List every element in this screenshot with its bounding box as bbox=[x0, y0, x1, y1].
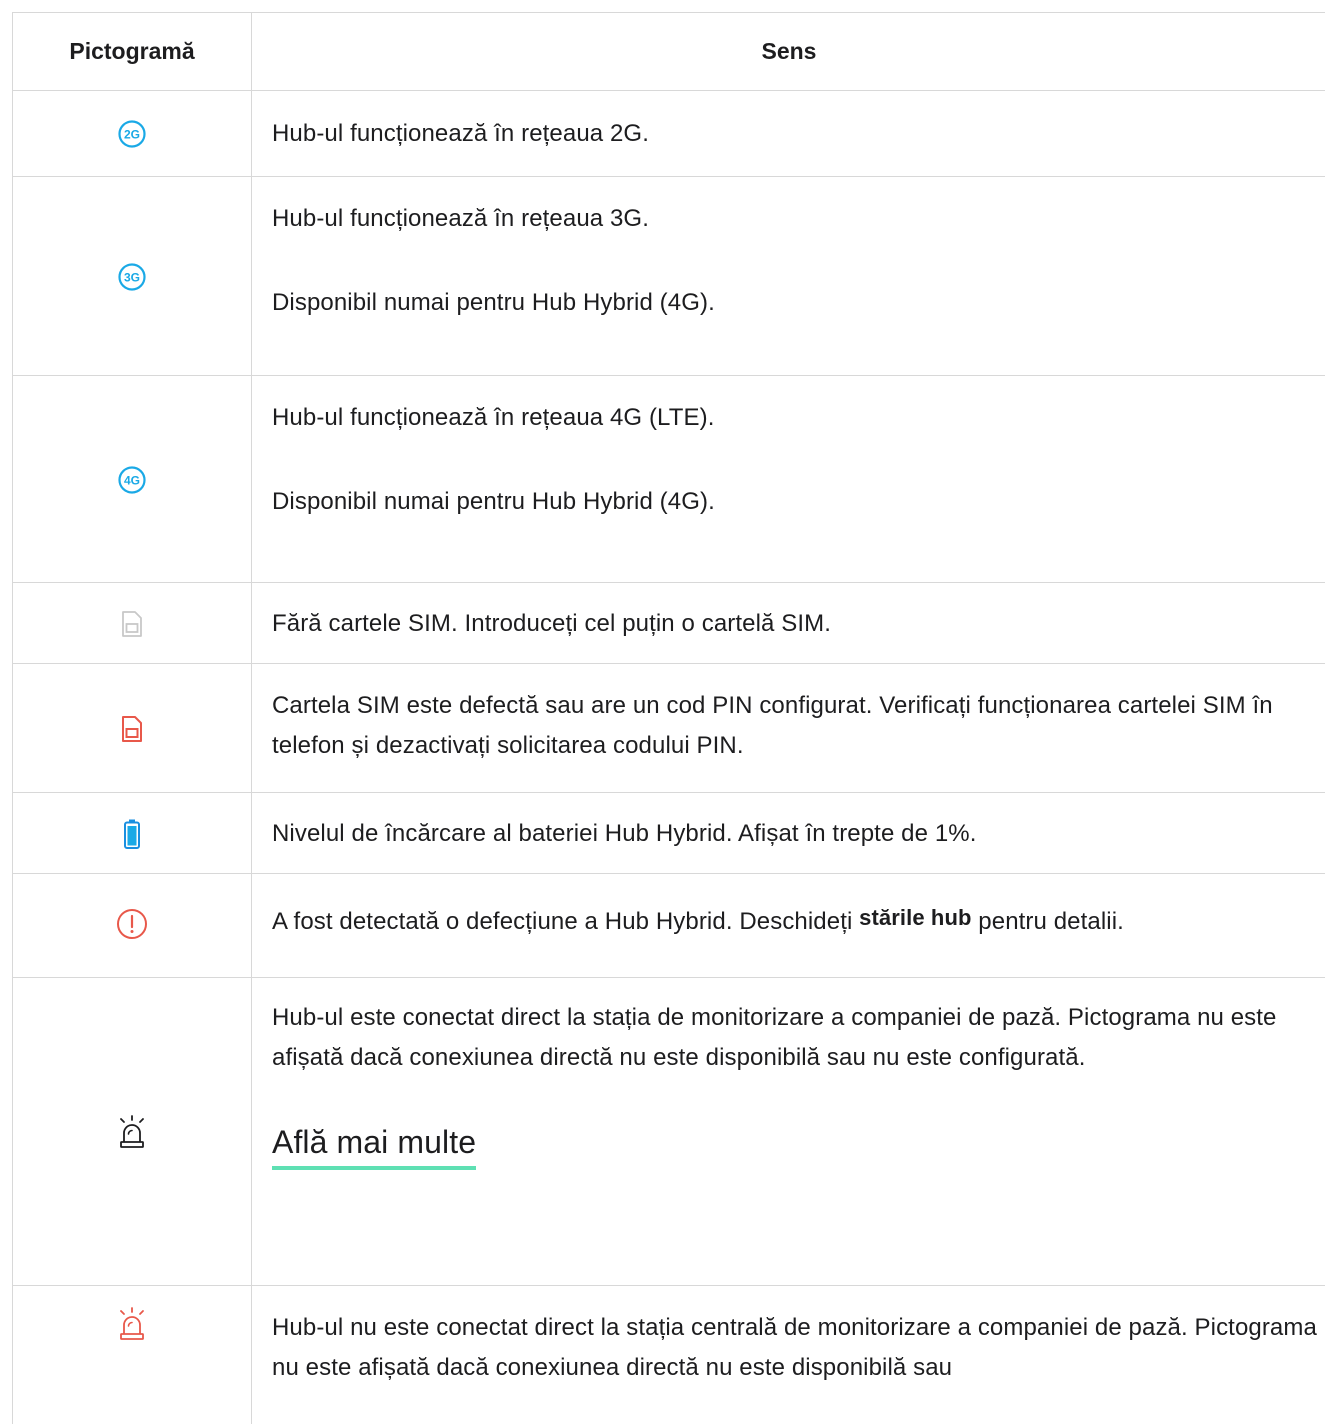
table-row: 2G Hub-ul funcționează în rețeaua 2G. bbox=[13, 91, 1325, 177]
row-description: Hub-ul este conectat direct la stația de… bbox=[272, 1004, 1277, 1071]
malfunction-alert-icon bbox=[117, 909, 147, 939]
battery-icon bbox=[124, 819, 140, 849]
monitoring-station-connected-icon bbox=[120, 1115, 144, 1148]
row-description-text: A fost detectată o defecțiune a Hub Hybr… bbox=[272, 908, 860, 935]
table-row: Nivelul de încărcare al bateriei Hub Hyb… bbox=[13, 793, 1325, 874]
table-row: Hub-ul este conectat direct la stația de… bbox=[13, 978, 1325, 1286]
table-header-row: Pictogramă Sens bbox=[13, 13, 1325, 91]
4g-network-icon: 4G bbox=[118, 465, 146, 494]
row-description: Nivelul de încărcare al bateriei Hub Hyb… bbox=[272, 820, 977, 847]
svg-text:2G: 2G bbox=[124, 128, 140, 142]
3g-network-icon: 3G bbox=[118, 262, 146, 291]
table-row: 3G Hub-ul funcționează în rețeaua 3G. Di… bbox=[13, 177, 1325, 376]
row-description: Hub-ul funcționează în rețeaua 3G. bbox=[272, 205, 649, 232]
row-description: Hub-ul nu este conectat direct la stația… bbox=[272, 1314, 1317, 1381]
table-row: A fost detectată o defecțiune a Hub Hybr… bbox=[13, 874, 1325, 978]
status-icons-table: Pictogramă Sens 2G Hub-ul funcționează î… bbox=[12, 12, 1325, 1424]
table-row: Hub-ul nu este conectat direct la stația… bbox=[13, 1286, 1325, 1424]
row-description: Hub-ul funcționează în rețeaua 4G (LTE). bbox=[272, 404, 715, 431]
row-description-note: Disponibil numai pentru Hub Hybrid (4G). bbox=[272, 289, 715, 316]
row-description-note: Disponibil numai pentru Hub Hybrid (4G). bbox=[272, 488, 715, 515]
hub-states-link[interactable]: stările hub bbox=[859, 905, 971, 930]
row-description: Fără cartele SIM. Introduceți cel puțin … bbox=[272, 610, 831, 637]
row-description-text-end: pentru detalii. bbox=[971, 908, 1124, 935]
header-meaning-column: Sens bbox=[761, 38, 817, 64]
table-row: Cartela SIM este defectă sau are un cod … bbox=[13, 664, 1325, 793]
table-row: Fără cartele SIM. Introduceți cel puțin … bbox=[13, 583, 1325, 664]
row-description: A fost detectată o defecțiune a Hub Hybr… bbox=[272, 902, 1322, 942]
monitoring-station-disconnected-icon bbox=[120, 1307, 144, 1340]
learn-more-link[interactable]: Află mai multe bbox=[272, 1120, 477, 1170]
row-description: Hub-ul funcționează în rețeaua 2G. bbox=[272, 120, 649, 147]
sim-card-error-icon bbox=[122, 715, 142, 742]
row-description: Cartela SIM este defectă sau are un cod … bbox=[272, 692, 1273, 759]
header-icon-column: Pictogramă bbox=[69, 38, 195, 64]
svg-text:4G: 4G bbox=[124, 473, 140, 487]
table-row: 4G Hub-ul funcționează în rețeaua 4G (LT… bbox=[13, 376, 1325, 583]
sim-card-missing-icon bbox=[122, 610, 142, 637]
2g-network-icon: 2G bbox=[118, 120, 146, 148]
svg-text:3G: 3G bbox=[124, 270, 140, 284]
